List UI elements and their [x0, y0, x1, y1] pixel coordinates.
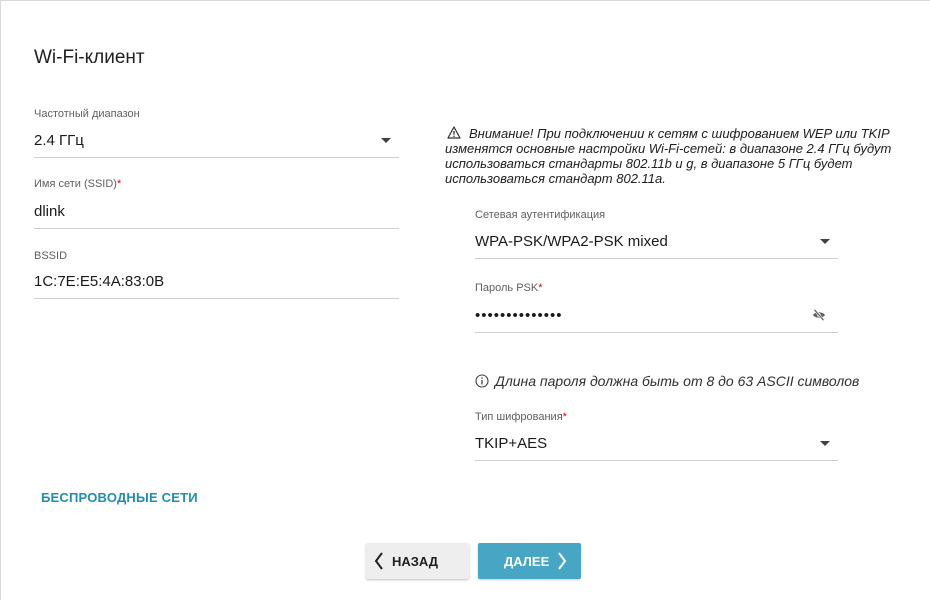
ssid-field[interactable]: dlink — [34, 199, 399, 229]
psk-value: •••••••••••••• — [475, 307, 563, 324]
bssid-label: BSSID — [34, 250, 68, 262]
eye-off-icon[interactable] — [812, 308, 826, 322]
required-mark: * — [538, 282, 543, 294]
ssid-label: Имя сети (SSID)* — [34, 178, 122, 190]
warning-text: Внимание! При подключении к сетям с шифр… — [445, 126, 892, 186]
cipher-value: TKIP+AES — [475, 435, 548, 452]
band-label: Частотный диапазон — [34, 108, 140, 120]
psk-field[interactable]: •••••••••••••• — [475, 303, 838, 333]
psk-hint-text: Длина пароля должна быть от 8 до 63 ASCI… — [495, 373, 860, 389]
auth-label: Сетевая аутентификация — [475, 209, 606, 221]
back-button-label: НАЗАД — [392, 553, 439, 569]
required-mark: * — [562, 411, 567, 423]
back-button[interactable]: НАЗАД — [366, 543, 469, 579]
chevron-down-icon — [820, 239, 830, 244]
band-value: 2.4 ГГц — [34, 132, 84, 149]
chevron-down-icon — [820, 441, 830, 446]
psk-label: Пароль PSK* — [475, 282, 543, 294]
auth-value: WPA-PSK/WPA2-PSK mixed — [475, 233, 668, 250]
chevron-right-icon — [558, 552, 567, 570]
next-button-label: ДАЛЕЕ — [504, 553, 550, 569]
cipher-label: Тип шифрования* — [475, 411, 567, 423]
cipher-select[interactable]: TKIP+AES — [475, 431, 838, 461]
chevron-down-icon — [381, 138, 391, 143]
wep-tkip-warning: Внимание! При подключении к сетям с шифр… — [445, 126, 923, 186]
wifi-client-page: Wi-Fi-клиент Частотный диапазон 2.4 ГГц … — [0, 0, 930, 600]
warning-icon — [447, 126, 461, 139]
chevron-left-icon — [374, 552, 383, 570]
bssid-value: 1C:7E:E5:4A:83:0B — [34, 273, 165, 290]
ssid-value: dlink — [34, 203, 65, 220]
next-button[interactable]: ДАЛЕЕ — [478, 543, 581, 579]
band-select[interactable]: 2.4 ГГц — [34, 128, 399, 158]
page-title: Wi-Fi-клиент — [34, 47, 145, 68]
info-icon — [475, 374, 489, 388]
wireless-networks-link[interactable]: БЕСПРОВОДНЫЕ СЕТИ — [41, 490, 198, 505]
bssid-field[interactable]: 1C:7E:E5:4A:83:0B — [34, 269, 399, 299]
auth-select[interactable]: WPA-PSK/WPA2-PSK mixed — [475, 229, 838, 259]
psk-length-hint: Длина пароля должна быть от 8 до 63 ASCI… — [475, 373, 859, 389]
required-mark: * — [116, 178, 122, 190]
